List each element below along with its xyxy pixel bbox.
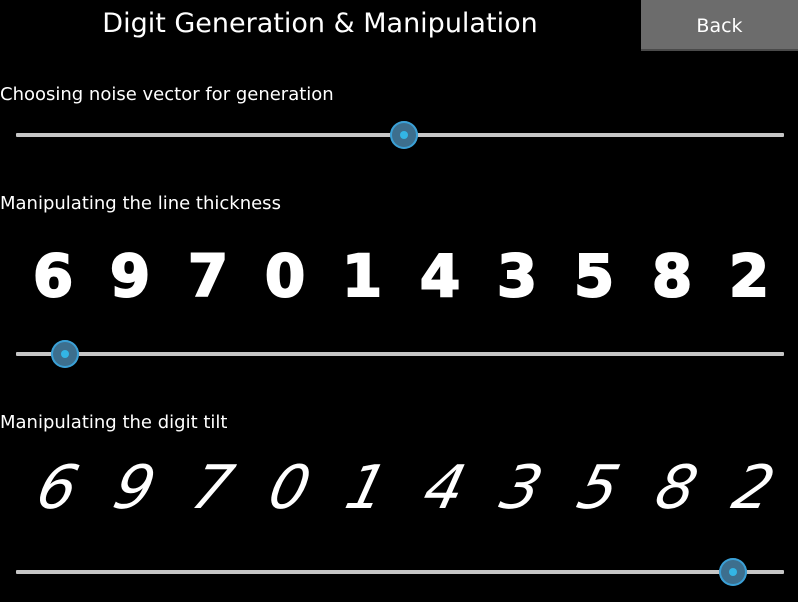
svg-text:4: 4 [419,242,459,310]
noise-vector-label: Choosing noise vector for generation [0,84,334,105]
svg-text:6: 6 [30,453,86,523]
slider-thumb[interactable] [389,121,418,149]
svg-text:8: 8 [648,453,704,523]
generated-digit-4: 4 [407,450,473,524]
slider-thumb-dot [728,568,737,576]
slider-track [16,570,784,574]
back-button[interactable]: Back [641,0,798,51]
generated-digit-8: 8 [639,450,705,524]
generated-digit-1: 1 [329,238,395,312]
svg-text:3: 3 [497,242,537,310]
generated-digit-9: 9 [97,238,163,312]
tilt-digit-row: 6970143582 [20,450,782,524]
slider-thumb-dot [399,131,408,139]
line-thickness-slider[interactable] [16,339,784,369]
svg-text:5: 5 [571,453,627,523]
generated-digit-3: 3 [484,238,550,312]
svg-text:8: 8 [651,242,691,310]
digit-tilt-label: Manipulating the digit tilt [0,412,228,433]
slider-track [16,352,784,356]
slider-thumb[interactable] [51,340,80,368]
generated-digit-8: 8 [639,238,705,312]
digit-tilt-slider[interactable] [16,557,784,587]
svg-text:2: 2 [726,453,782,523]
slider-thumb-dot [61,350,70,358]
thickness-digit-row: 6970143582 [20,238,782,312]
generated-digit-3: 3 [484,450,550,524]
svg-text:5: 5 [574,242,614,310]
svg-text:1: 1 [342,242,382,310]
svg-text:3: 3 [494,453,550,523]
svg-text:6: 6 [33,242,73,310]
generated-digit-4: 4 [407,238,473,312]
generated-digit-7: 7 [175,238,241,312]
generated-digit-0: 0 [252,238,318,312]
generated-digit-7: 7 [175,450,241,524]
svg-text:0: 0 [262,453,318,523]
digit-generation-screen: Digit Generation & Manipulation Back Cho… [0,0,798,602]
svg-text:9: 9 [110,242,150,310]
noise-vector-slider[interactable] [16,120,784,150]
svg-text:7: 7 [187,242,227,310]
generated-digit-2: 2 [716,450,782,524]
svg-text:4: 4 [416,453,472,523]
generated-digit-1: 1 [329,450,395,524]
generated-digit-5: 5 [561,450,627,524]
svg-text:1: 1 [339,453,395,523]
generated-digit-6: 6 [20,238,86,312]
generated-digit-5: 5 [561,238,627,312]
generated-digit-6: 6 [20,450,86,524]
svg-text:2: 2 [729,242,769,310]
generated-digit-9: 9 [97,450,163,524]
svg-text:7: 7 [184,453,240,523]
generated-digit-2: 2 [716,238,782,312]
svg-text:0: 0 [265,242,305,310]
line-thickness-label: Manipulating the line thickness [0,193,281,214]
slider-thumb[interactable] [718,558,747,586]
generated-digit-0: 0 [252,450,318,524]
svg-text:9: 9 [107,453,163,523]
page-title: Digit Generation & Manipulation [102,8,538,39]
